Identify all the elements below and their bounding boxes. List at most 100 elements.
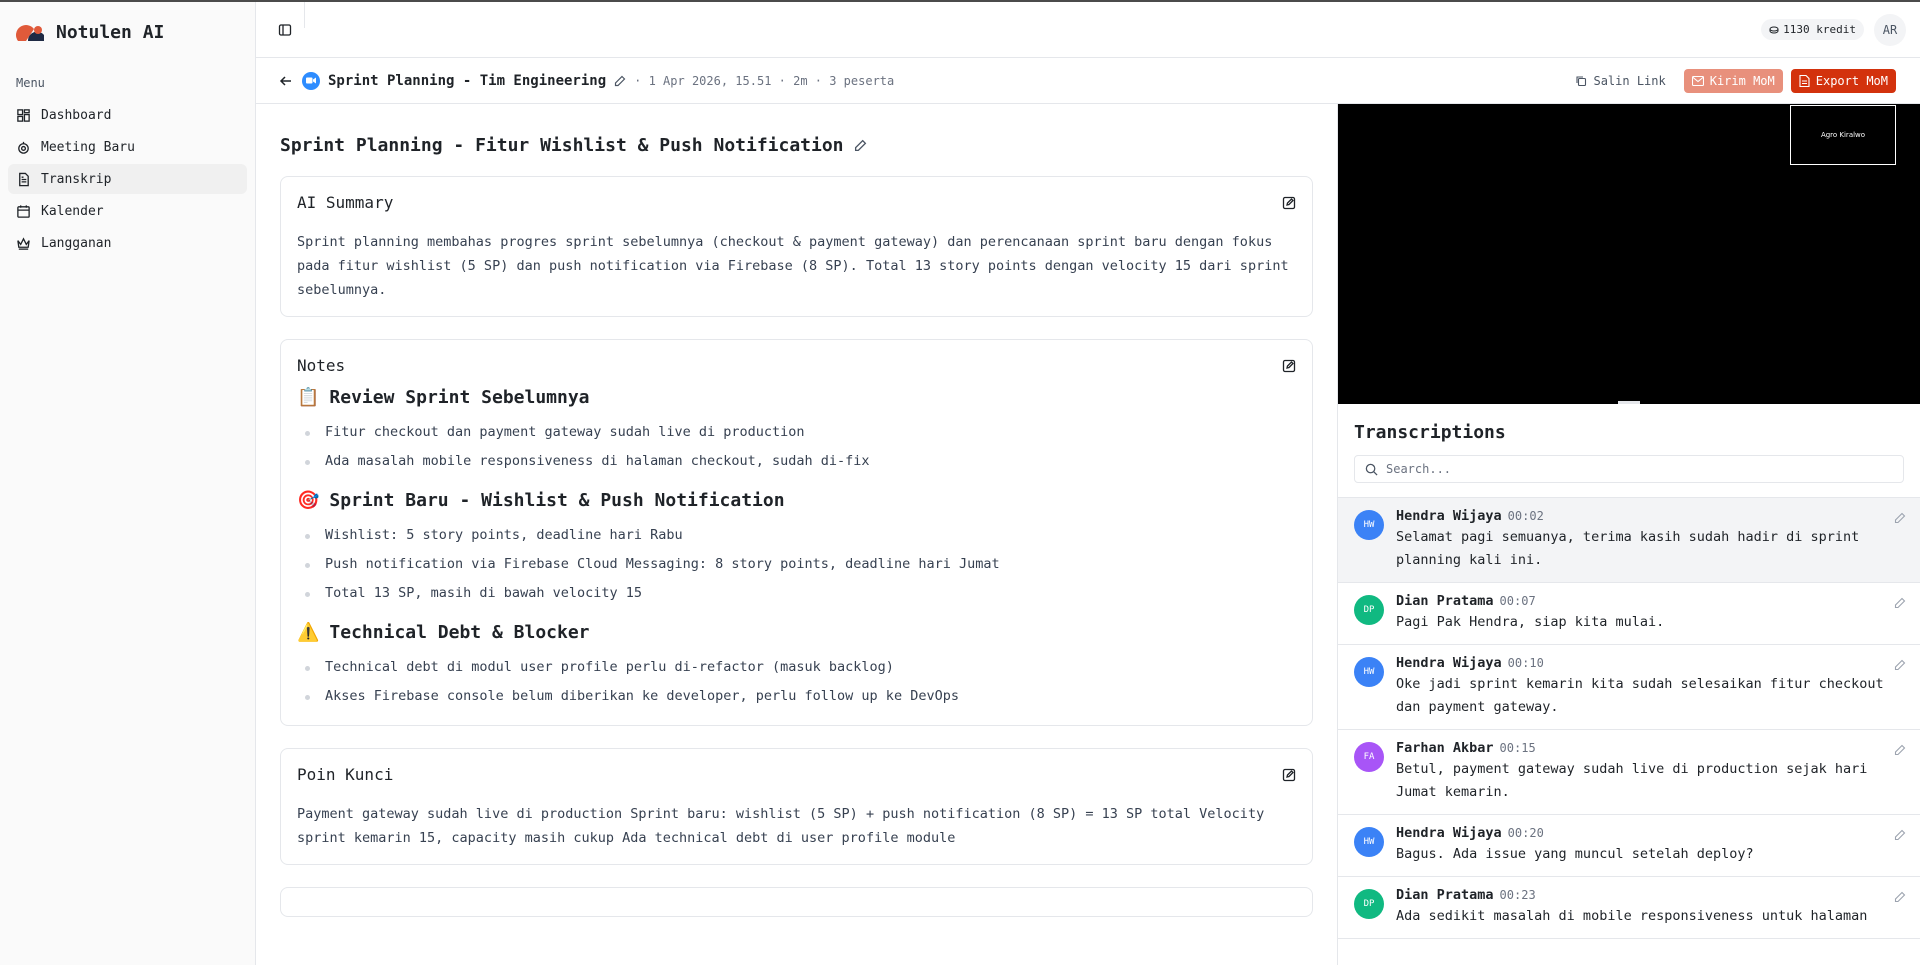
timestamp: 00:23	[1499, 888, 1536, 902]
file-export-icon	[1799, 74, 1810, 87]
notes-heading-text: Technical Debt & Blocker	[329, 622, 590, 643]
sidebar: Notulen AI Menu Dashboard Meeting Baru T	[0, 2, 256, 965]
crown-icon	[17, 236, 30, 250]
sidebar-nav: Dashboard Meeting Baru Transkrip Kalende…	[0, 100, 255, 258]
key-points-text: Payment gateway sudah live di production…	[297, 806, 1265, 846]
avatar: FA	[1354, 742, 1384, 772]
transcript-row[interactable]: HW Hendra Wijaya 00:20 Bagus. Ada issue y…	[1338, 815, 1920, 877]
transcript-text: Oke jadi sprint kemarin kita sudah seles…	[1396, 676, 1884, 715]
edit-icon[interactable]	[854, 139, 867, 152]
zoom-video-icon	[302, 71, 320, 90]
search-input[interactable]	[1386, 462, 1893, 476]
send-mom-button[interactable]: Kirim MoM	[1683, 68, 1783, 93]
transcription-panel: Agro Kiralwo Transcriptions HW	[1338, 104, 1920, 965]
list-item: Ada masalah mobile responsiveness di hal…	[297, 447, 1296, 476]
avatar: HW	[1354, 657, 1384, 687]
copy-link-button[interactable]: Salin Link	[1565, 70, 1675, 92]
video-player[interactable]: Agro Kiralwo	[1338, 104, 1920, 404]
edit-title-icon[interactable]	[614, 75, 626, 87]
search-box	[1354, 455, 1904, 483]
timestamp: 00:07	[1499, 594, 1536, 608]
avatar: HW	[1354, 827, 1384, 857]
brand[interactable]: Notulen AI	[0, 2, 255, 62]
send-mom-label: Kirim MoM	[1709, 73, 1775, 88]
sidebar-item-transkrip[interactable]: Transkrip	[8, 164, 247, 194]
timestamp: 00:02	[1507, 509, 1544, 523]
list-item: Akses Firebase console belum diberikan k…	[297, 682, 1296, 711]
resize-handle[interactable]	[1618, 401, 1640, 404]
card-title: Poin Kunci	[297, 765, 394, 784]
edit-key-points-icon[interactable]	[1282, 768, 1296, 782]
topbar-divider	[304, 2, 305, 28]
copy-link-label: Salin Link	[1593, 73, 1666, 88]
avatar[interactable]: AR	[1874, 13, 1906, 46]
topbar: 1130 kredit AR	[256, 2, 1920, 58]
transcription-list: HW Hendra Wijaya 00:02 Selamat pagi semua…	[1338, 497, 1920, 965]
logo-icon	[16, 25, 44, 41]
notes-section-heading: ⚠️ Technical Debt & Blocker	[297, 622, 1296, 643]
content-area: Sprint Planning - Fitur Wishlist & Push …	[256, 104, 1920, 965]
edit-icon[interactable]	[1894, 512, 1906, 524]
copy-icon	[1576, 75, 1587, 86]
coins-icon	[1769, 26, 1779, 33]
timestamp: 00:20	[1507, 826, 1544, 840]
notes-section-heading: 🎯 Sprint Baru - Wishlist & Push Notifica…	[297, 490, 1296, 511]
credit-badge[interactable]: 1130 kredit	[1761, 19, 1864, 40]
list-item: Push notification via Firebase Cloud Mes…	[297, 550, 1296, 579]
sidebar-item-label: Transkrip	[41, 171, 112, 187]
notes-list: Wishlist: 5 story points, deadline hari …	[297, 521, 1296, 608]
sidebar-toggle-icon[interactable]	[278, 23, 292, 37]
list-item: Wishlist: 5 story points, deadline hari …	[297, 521, 1296, 550]
app-name: Notulen AI	[56, 21, 165, 43]
document-title: Sprint Planning - Fitur Wishlist & Push …	[280, 134, 844, 156]
bot-icon	[18, 141, 29, 154]
avatar: DP	[1354, 595, 1384, 625]
edit-icon[interactable]	[1894, 891, 1906, 903]
transcript-row[interactable]: DP Dian Pratama 00:23 Ada sedikit masalah…	[1338, 877, 1920, 939]
dashboard-icon	[17, 108, 30, 122]
transcript-text: Pagi Pak Hendra, siap kita mulai.	[1396, 614, 1665, 630]
summary-text: Sprint planning membahas progres sprint …	[297, 234, 1289, 298]
edit-notes-icon[interactable]	[1282, 359, 1296, 373]
sidebar-item-meeting-baru[interactable]: Meeting Baru	[8, 132, 247, 162]
calendar-icon	[17, 204, 30, 218]
menu-heading: Menu	[16, 76, 45, 90]
list-item: Technical debt di modul user profile per…	[297, 653, 1296, 682]
transcript-text: Ada sedikit masalah di mobile responsive…	[1396, 908, 1868, 924]
sidebar-item-label: Meeting Baru	[41, 139, 135, 155]
key-points-card: Poin Kunci Payment gateway sudah live di…	[280, 748, 1313, 865]
edit-icon[interactable]	[1894, 597, 1906, 609]
transcript-text: Bagus. Ada issue yang muncul setelah dep…	[1396, 846, 1754, 862]
sidebar-item-kalender[interactable]: Kalender	[8, 196, 247, 226]
target-icon: 🎯	[297, 490, 320, 511]
transcript-text: Selamat pagi semuanya, terima kasih suda…	[1396, 529, 1860, 568]
transcript-row[interactable]: HW Hendra Wijaya 00:10 Oke jadi sprint ke…	[1338, 645, 1920, 730]
participant-tile: Agro Kiralwo	[1790, 105, 1896, 165]
edit-icon[interactable]	[1894, 659, 1906, 671]
avatar: DP	[1354, 889, 1384, 919]
search-icon	[1365, 463, 1378, 476]
speaker-name: Hendra Wijaya	[1396, 508, 1502, 524]
transcript-text: Betul, payment gateway sudah live di pro…	[1396, 761, 1868, 800]
edit-icon[interactable]	[1894, 744, 1906, 756]
list-item: Total 13 SP, masih di bawah velocity 15	[297, 579, 1296, 608]
back-arrow-icon[interactable]	[278, 73, 294, 89]
next-card	[280, 887, 1313, 917]
list-item: Fitur checkout dan payment gateway sudah…	[297, 418, 1296, 447]
mail-icon	[1691, 75, 1704, 86]
card-title: AI Summary	[297, 193, 394, 212]
transcript-row[interactable]: DP Dian Pratama 00:07 Pagi Pak Hendra, si…	[1338, 583, 1920, 645]
warning-icon: ⚠️	[297, 622, 320, 643]
speaker-name: Dian Pratama	[1396, 593, 1494, 609]
transcript-row[interactable]: HW Hendra Wijaya 00:02 Selamat pagi semua…	[1338, 498, 1920, 583]
transcript-row[interactable]: FA Farhan Akbar 00:15 Betul, payment gate…	[1338, 730, 1920, 815]
notes-heading-text: Sprint Baru - Wishlist & Push Notificati…	[329, 490, 785, 511]
edit-summary-icon[interactable]	[1282, 196, 1296, 210]
file-text-icon	[19, 172, 29, 186]
sidebar-item-langganan[interactable]: Langganan	[8, 228, 247, 258]
main: 1130 kredit AR Sprint Planning - Tim Eng…	[256, 2, 1920, 965]
speaker-name: Hendra Wijaya	[1396, 825, 1502, 841]
edit-icon[interactable]	[1894, 829, 1906, 841]
export-mom-button[interactable]: Export MoM	[1790, 68, 1896, 93]
sidebar-item-dashboard[interactable]: Dashboard	[8, 100, 247, 130]
